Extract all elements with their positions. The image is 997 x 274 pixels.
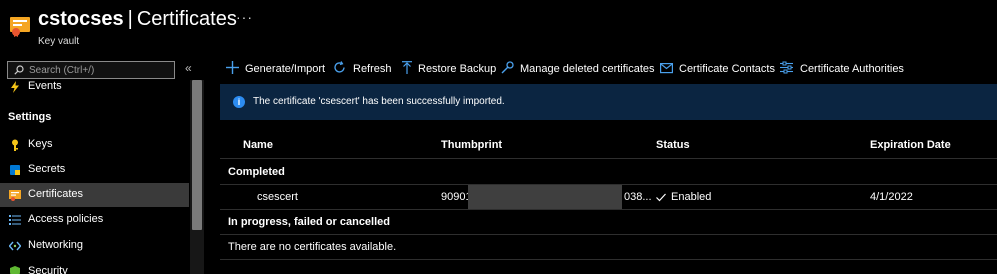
resource-name: cstocses	[38, 8, 124, 30]
sidebar-section-settings: Settings	[8, 111, 52, 123]
expiration-date: 4/1/2022	[870, 191, 913, 203]
plus-icon	[226, 61, 239, 74]
sidebar-item-secrets[interactable]: Secrets	[0, 158, 189, 182]
certificate-icon	[9, 190, 21, 201]
command-bar: Generate/Import Refresh Restore Backup M…	[220, 55, 997, 81]
column-header-thumbprint[interactable]: Thumbprint	[441, 139, 502, 151]
row-divider	[220, 259, 997, 260]
notification-message: The certificate 'csescert' has been succ…	[253, 96, 505, 107]
sidebar-item-label: Networking	[28, 239, 84, 251]
wrench-icon	[501, 61, 514, 74]
generate-import-label: Generate/Import	[245, 63, 326, 75]
checkmark-icon	[656, 193, 666, 202]
key-icon	[12, 139, 18, 151]
status-value: Enabled	[671, 191, 712, 203]
row-divider	[220, 209, 997, 210]
sidebar-item-label: Keys	[28, 138, 53, 150]
column-header-name[interactable]: Name	[243, 139, 273, 151]
thumbprint-start: 90901	[441, 191, 472, 203]
search-icon	[14, 65, 24, 75]
group-in-progress: In progress, failed or cancelled	[228, 216, 390, 228]
sidebar-item-label: Certificates	[28, 188, 84, 200]
upload-icon	[402, 61, 412, 74]
collapse-sidebar-button[interactable]: «	[185, 61, 192, 75]
group-completed: Completed	[228, 166, 285, 178]
restore-backup-label: Restore Backup	[418, 63, 497, 75]
refresh-label: Refresh	[353, 63, 392, 75]
shield-icon	[10, 266, 20, 274]
info-icon: i	[233, 96, 245, 108]
manage-deleted-label: Manage deleted certificates	[520, 63, 655, 75]
certificate-name[interactable]: csescert	[257, 191, 298, 203]
sidebar-item-label: Events	[28, 80, 62, 92]
group-divider	[220, 234, 997, 235]
blade-title: Certificates	[136, 8, 237, 30]
certificate-authorities-label: Certificate Authorities	[800, 63, 904, 75]
refresh-icon	[334, 61, 345, 73]
sidebar-item-networking[interactable]: Networking	[0, 234, 189, 258]
manage-deleted-certificates-button[interactable]: Manage deleted certificates	[501, 61, 655, 77]
redacted-region	[468, 185, 622, 210]
thumbprint-end: 038...	[624, 191, 652, 203]
networking-icon	[9, 241, 21, 251]
header-divider	[220, 158, 997, 159]
lightning-icon	[11, 81, 19, 93]
access-policies-icon	[9, 215, 21, 225]
generate-import-button[interactable]: Generate/Import	[226, 61, 326, 77]
sidebar-item-label: Access policies	[28, 213, 104, 225]
certificate-contacts-label: Certificate Contacts	[679, 63, 775, 75]
sidebar-item-label: Secrets	[28, 163, 66, 175]
column-header-status[interactable]: Status	[656, 139, 690, 151]
settings-sliders-icon	[780, 61, 793, 74]
notification-banner: i The certificate 'csescert' has been su…	[220, 84, 997, 120]
column-header-expiration-date[interactable]: Expiration Date	[870, 139, 951, 151]
more-options-button[interactable]: ···	[236, 9, 253, 25]
empty-state-message: There are no certificates available.	[228, 241, 397, 253]
mail-icon	[660, 63, 673, 74]
sidebar-item-access-policies[interactable]: Access policies	[0, 208, 189, 232]
sidebar-item-events[interactable]: Events	[0, 75, 189, 99]
resource-type: Key vault	[38, 36, 80, 47]
page-title: cstocses | Certificates	[38, 8, 237, 31]
sidebar-item-label: Security	[28, 265, 68, 274]
sidebar: « Events Settings Keys Secrets Cer	[0, 55, 205, 274]
certificate-icon	[10, 17, 30, 37]
sidebar-item-keys[interactable]: Keys	[0, 133, 189, 157]
scrollbar-thumb[interactable]	[192, 80, 202, 230]
certificate-contacts-button[interactable]: Certificate Contacts	[660, 61, 775, 77]
refresh-button[interactable]: Refresh	[333, 61, 393, 77]
certificate-authorities-button[interactable]: Certificate Authorities	[780, 61, 905, 77]
secret-icon	[10, 165, 20, 175]
title-separator: |	[127, 8, 133, 30]
page-header: cstocses | Certificates ··· Key vault	[0, 0, 997, 55]
sidebar-item-security[interactable]: Security	[0, 260, 189, 274]
sidebar-item-certificates[interactable]: Certificates	[0, 183, 189, 207]
sidebar-scrollbar[interactable]	[190, 80, 204, 274]
restore-backup-button[interactable]: Restore Backup	[401, 61, 496, 77]
